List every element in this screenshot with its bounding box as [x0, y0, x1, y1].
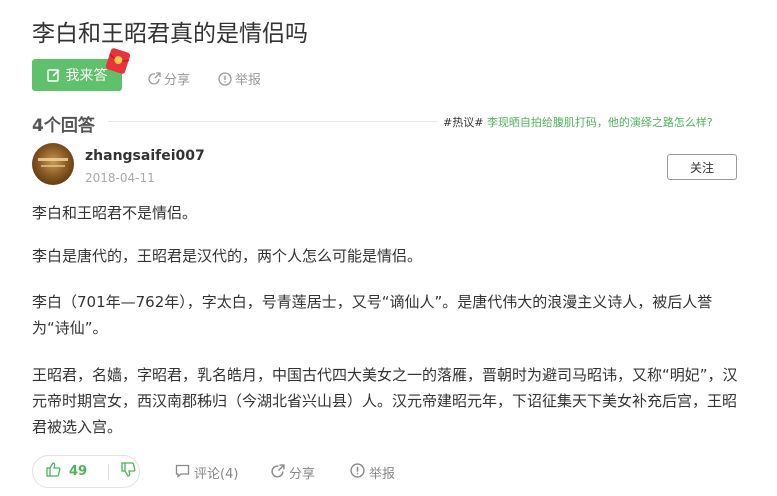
vote-box: 49 — [32, 455, 140, 488]
share-icon — [271, 463, 285, 482]
answer-paragraph: 王昭君，名嫱，字昭君，乳名皓月，中国古代四大美女之一的落雁，晋朝时为避司马昭讳，… — [32, 366, 738, 436]
answer-paragraph: 李白和王昭君不是情侣。 — [32, 204, 198, 222]
share-label: 分享 — [164, 73, 191, 88]
edit-icon — [46, 68, 61, 82]
report-label: 举报 — [235, 73, 262, 88]
question-title: 李白和王昭君真的是情侣吗 — [32, 21, 308, 47]
report-icon — [350, 463, 365, 482]
comment-button[interactable]: 评论(4) — [175, 463, 238, 482]
share-label: 分享 — [289, 467, 316, 482]
answer-share-button[interactable]: 分享 — [271, 463, 315, 482]
answer-date: 2018-04-11 — [85, 171, 155, 185]
report-label: 举报 — [369, 467, 396, 482]
answer-count: 4个回答 — [32, 116, 95, 136]
answer-report-button[interactable]: 举报 — [350, 463, 395, 482]
answer-paragraph: 李白（701年—762年），字太白，号青莲居士，又号“谪仙人”。是唐代伟大的浪漫… — [32, 293, 713, 337]
hot-tag: #热议# — [443, 116, 484, 129]
answer-paragraph: 李白是唐代的，王昭君是汉代的，两个人怎么可能是情侣。 — [32, 247, 423, 265]
report-icon — [218, 71, 232, 86]
hot-topic-link[interactable]: 李现晒自拍给腹肌打码，他的演绎之路怎么样? — [487, 116, 713, 129]
username[interactable]: zhangsaifei007 — [85, 148, 205, 164]
downvote-button[interactable] — [109, 462, 136, 481]
hot-topic[interactable]: #热议# 李现晒自拍给腹肌打码，他的演绎之路怎么样? — [443, 114, 713, 130]
upvote-count: 49 — [69, 464, 88, 479]
divider — [108, 121, 438, 122]
comment-label: 评论(4) — [194, 467, 239, 482]
thumbs-up-icon — [46, 462, 61, 481]
question-share-button[interactable]: 分享 — [148, 69, 190, 88]
follow-button[interactable]: 关注 — [667, 154, 737, 180]
comment-icon — [175, 464, 190, 482]
question-report-button[interactable]: 举报 — [218, 69, 261, 88]
share-icon — [148, 72, 161, 85]
thumbs-down-icon — [121, 462, 136, 481]
upvote-button[interactable]: 49 — [33, 462, 108, 481]
avatar[interactable] — [32, 143, 74, 185]
